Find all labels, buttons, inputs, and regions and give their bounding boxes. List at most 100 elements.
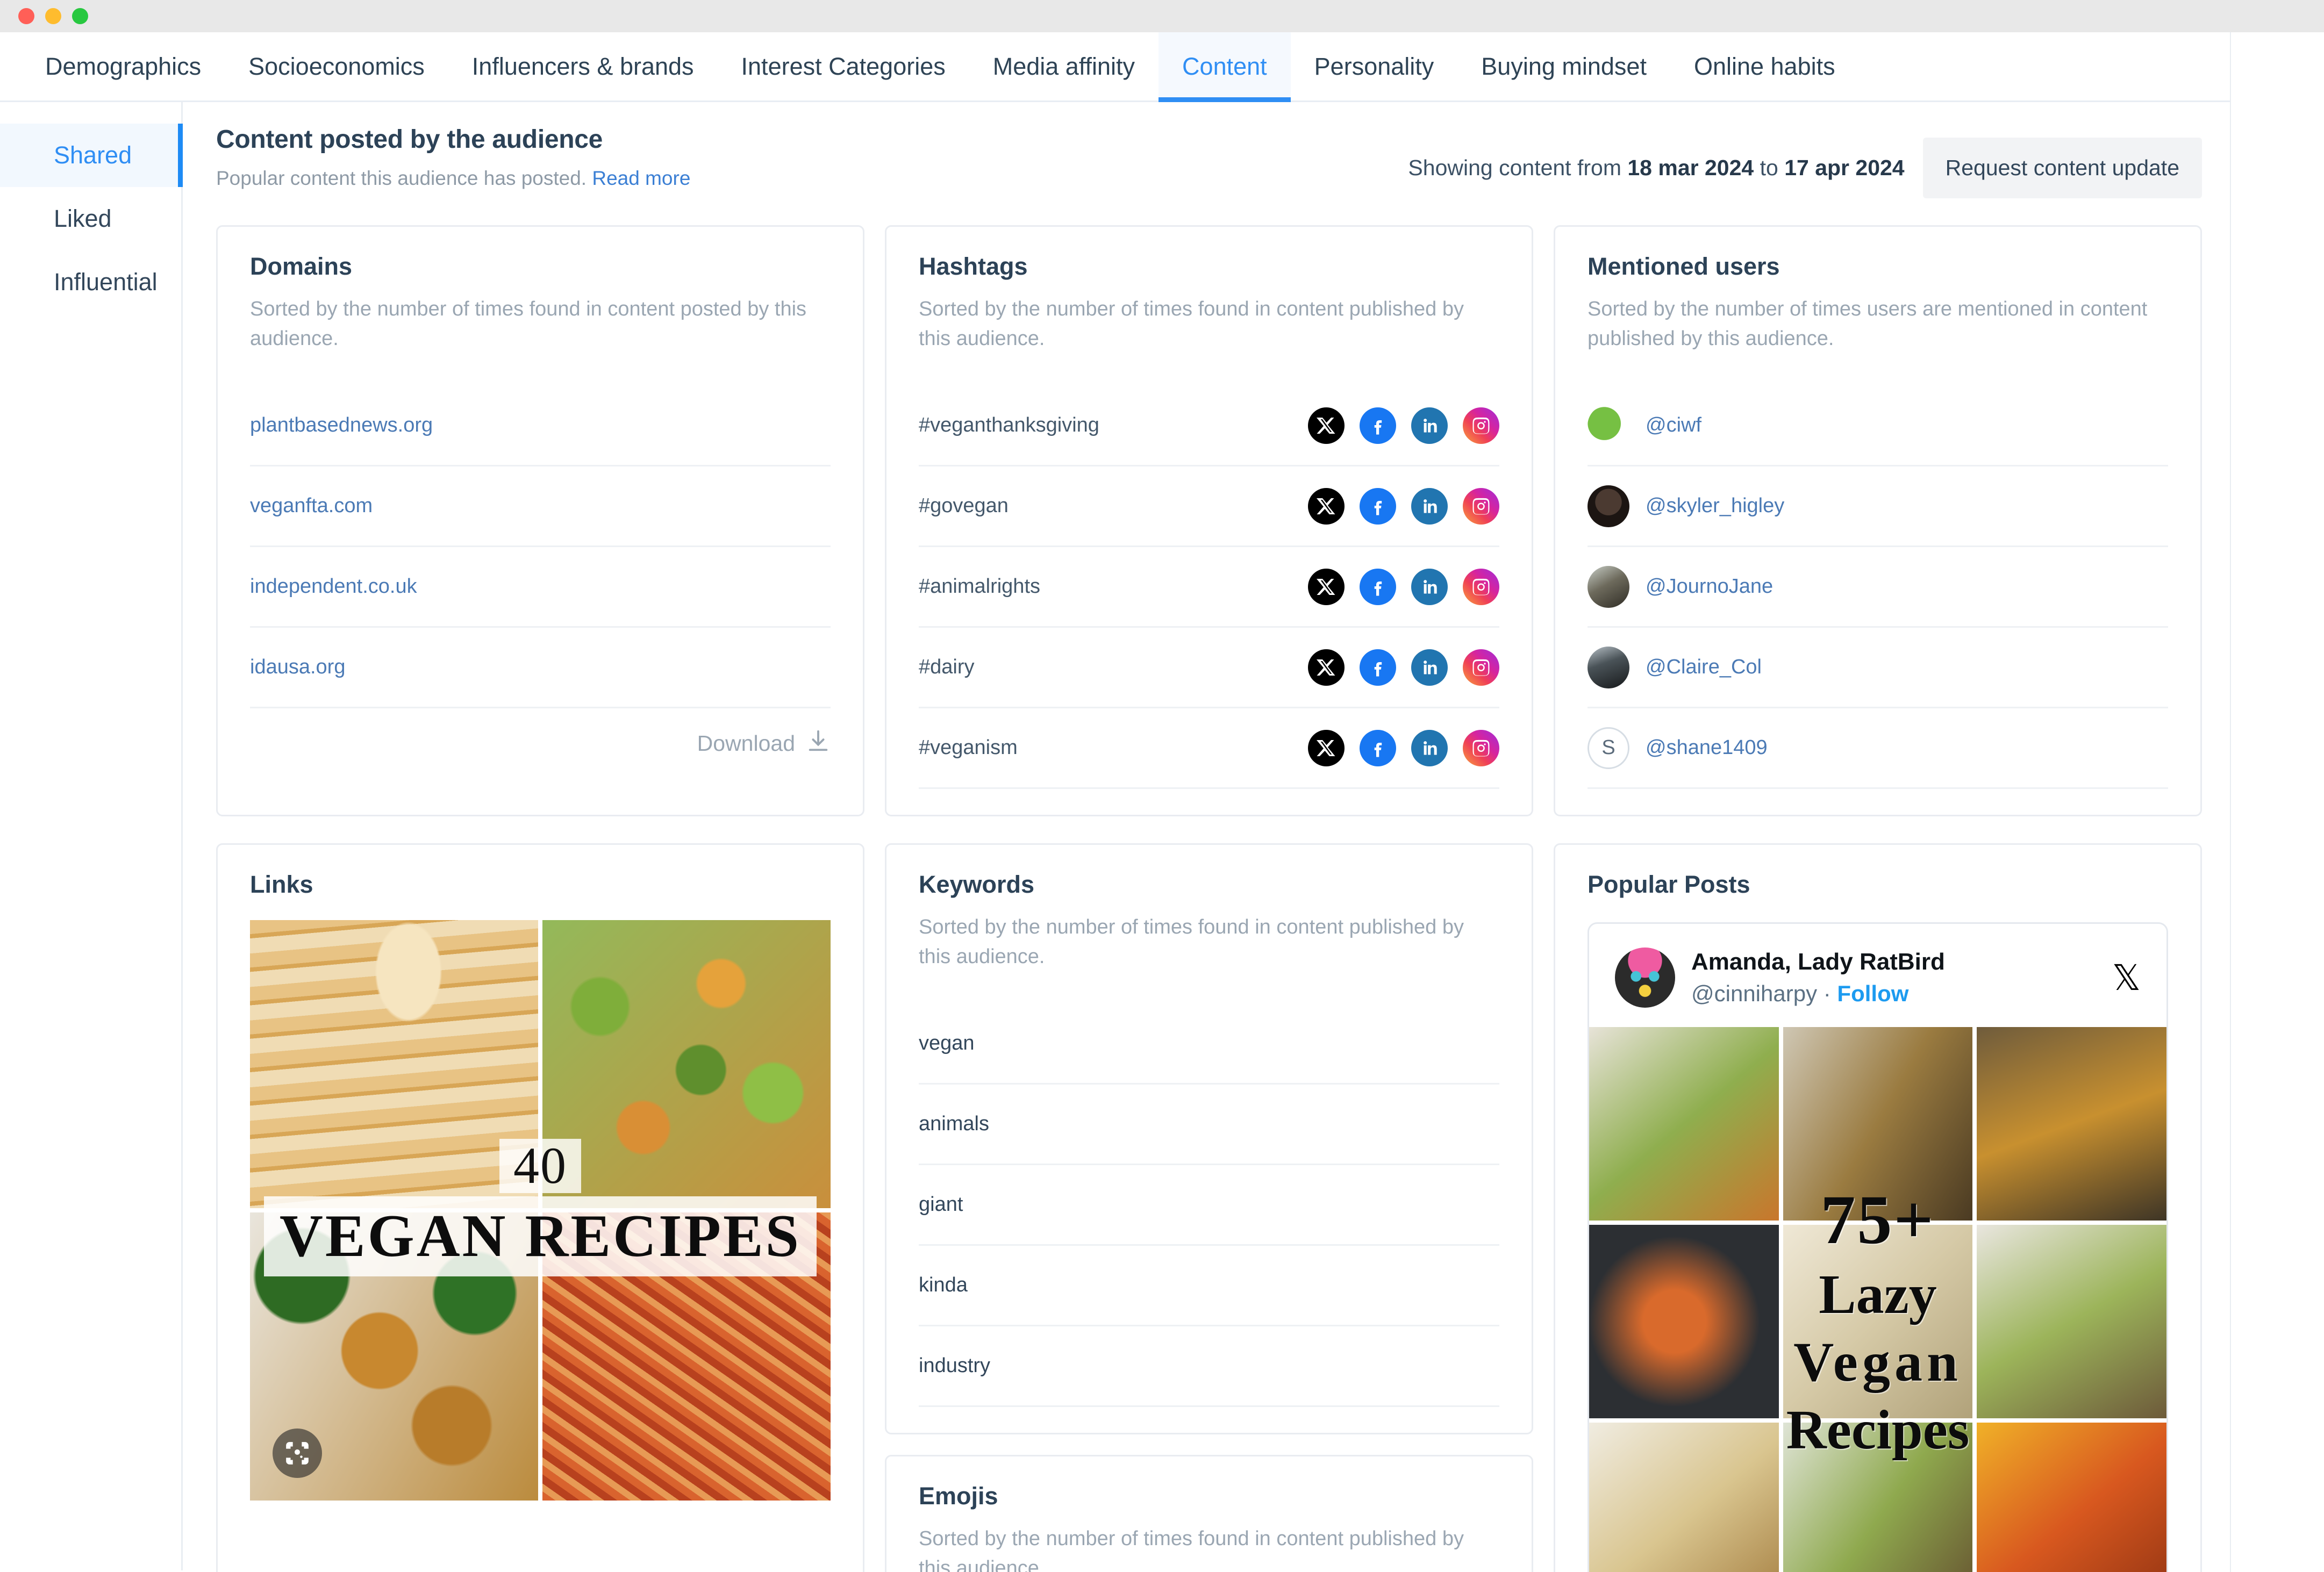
facebook-icon[interactable] [1360,407,1396,444]
links-card-title: Links [250,871,313,899]
tab-interest-categories[interactable]: Interest Categories [718,32,969,101]
instagram-icon[interactable] [1463,487,1499,525]
facebook-icon[interactable] [1360,649,1396,686]
instagram-icon[interactable] [1463,568,1499,605]
instagram-icon[interactable] [1463,729,1499,766]
list-item[interactable]: animals [919,1085,1499,1166]
sidebar-item-shared[interactable]: Shared [0,124,183,187]
list-item[interactable]: @Claire_Col [1588,628,2168,709]
collage-cell [1589,1027,1779,1221]
post-header: Amanda, Lady RatBird @cinniharpy · Follo… [1589,924,2166,1027]
post-image[interactable]: 75+ Lazy Vegan Recipes [1589,1027,2166,1572]
keywords-emojis-column: Keywords Sorted by the number of times f… [885,843,1533,1572]
mentioned-user-handle[interactable]: @ciwf [1646,414,1701,437]
x-icon[interactable] [1308,729,1345,766]
mentioned-user-handle[interactable]: @Claire_Col [1646,656,1762,679]
collage-photo-pancakes [250,920,538,1209]
x-logo-icon[interactable]: 𝕏 [2112,957,2141,999]
popular-posts-card-title: Popular Posts [1588,871,1750,899]
hashtag-text: #veganism [919,736,1018,759]
list-item[interactable]: #govegan [919,466,1499,548]
x-icon[interactable] [1308,568,1345,605]
social-network-icons [1308,407,1499,444]
mentioned-user-handle[interactable]: @skyler_higley [1646,494,1784,518]
tab-online-habits[interactable]: Online habits [1670,32,1859,101]
tab-influencers-brands[interactable]: Influencers & brands [448,32,718,101]
social-network-icons [1308,568,1499,605]
mentioned-user-handle[interactable]: @shane1409 [1646,736,1768,759]
linkedin-icon[interactable] [1411,568,1448,605]
list-item[interactable]: idausa.org [250,628,831,709]
mentioned-users-card: Mentioned users Sorted by the number of … [1554,225,2202,817]
sidebar-item-liked[interactable]: Liked [0,187,181,250]
avatar: S [1588,727,1629,769]
mentioned-user-handle[interactable]: @JournoJane [1646,575,1773,598]
x-icon[interactable] [1308,649,1345,686]
list-item[interactable]: @ciwf [1588,386,2168,467]
download-button[interactable]: Download [250,708,831,778]
app-content-frame: Demographics Socioeconomics Influencers … [0,32,2231,1572]
post-author-name: Amanda, Lady RatBird [1691,949,1945,975]
domain-link[interactable]: idausa.org [250,656,345,679]
tab-label: Personality [1314,52,1434,80]
list-item[interactable]: S @shane1409 [1588,708,2168,789]
list-item[interactable]: #veganism [919,708,1499,789]
linkedin-icon[interactable] [1411,729,1448,766]
window-maximize-button[interactable] [72,8,88,24]
tab-label: Interest Categories [741,52,946,80]
list-item[interactable]: #animalrights [919,547,1499,628]
request-content-update-button[interactable]: Request content update [1922,138,2202,198]
post-author-handle: @cinniharpy [1691,981,1818,1007]
popular-post[interactable]: Amanda, Lady RatBird @cinniharpy · Follo… [1588,922,2168,1572]
cards-grid-bottom: Links 40 VEGAN RECIPES Keywords Sorted b… [216,843,2202,1572]
tab-demographics[interactable]: Demographics [22,32,225,101]
domain-link[interactable]: veganfta.com [250,494,373,518]
linkedin-icon[interactable] [1411,649,1448,686]
linkedin-icon[interactable] [1411,407,1448,444]
facebook-icon[interactable] [1360,729,1396,766]
list-item[interactable]: veganfta.com [250,466,831,548]
date-to: 17 apr 2024 [1784,155,1905,180]
tab-label: Demographics [45,52,202,80]
list-item[interactable]: #veganthanksgiving [919,386,1499,467]
post-handle-separator: · [1823,981,1831,1007]
facebook-icon[interactable] [1360,568,1396,605]
google-lens-icon[interactable] [273,1429,322,1478]
tab-personality[interactable]: Personality [1291,32,1458,101]
hashtag-text: #govegan [919,494,1009,518]
sidebar-item-influential[interactable]: Influential [0,250,181,314]
list-item[interactable]: @skyler_higley [1588,466,2168,548]
domain-link[interactable]: independent.co.uk [250,575,417,598]
domain-link[interactable]: plantbasednews.org [250,414,433,437]
links-preview-image[interactable]: 40 VEGAN RECIPES [250,920,831,1501]
list-item[interactable]: giant [919,1165,1499,1246]
x-icon[interactable] [1308,487,1345,525]
instagram-icon[interactable] [1463,407,1499,444]
tab-buying-mindset[interactable]: Buying mindset [1457,32,1670,101]
list-item[interactable]: kinda [919,1246,1499,1327]
download-label: Download [697,730,795,756]
x-icon[interactable] [1308,407,1345,444]
tab-media-affinity[interactable]: Media affinity [969,32,1159,101]
linkedin-icon[interactable] [1411,487,1448,525]
post-author-handle-row: @cinniharpy · Follow [1691,981,2112,1007]
window-close-button[interactable] [18,8,34,24]
list-item[interactable]: @JournoJane [1588,547,2168,628]
list-item[interactable]: independent.co.uk [250,547,831,628]
facebook-icon[interactable] [1360,487,1396,525]
follow-button[interactable]: Follow [1837,981,1908,1006]
tab-socioeconomics[interactable]: Socioeconomics [225,32,448,101]
list-item[interactable]: vegan [919,1004,1499,1085]
instagram-icon[interactable] [1463,649,1499,686]
list-item[interactable]: plantbasednews.org [250,386,831,467]
collage-photo-pasta [542,1212,831,1501]
list-item[interactable]: industry [919,1326,1499,1408]
read-more-link[interactable]: Read more [592,167,690,189]
emojis-card-description: Sorted by the number of times found in c… [919,1527,1464,1572]
keyword-text: industry [919,1354,991,1377]
list-item[interactable]: #dairy [919,628,1499,709]
window-minimize-button[interactable] [45,8,61,24]
collage-cell [1977,1225,2166,1418]
tab-content[interactable]: Content [1159,32,1291,102]
collage-cell [1783,1422,1973,1572]
